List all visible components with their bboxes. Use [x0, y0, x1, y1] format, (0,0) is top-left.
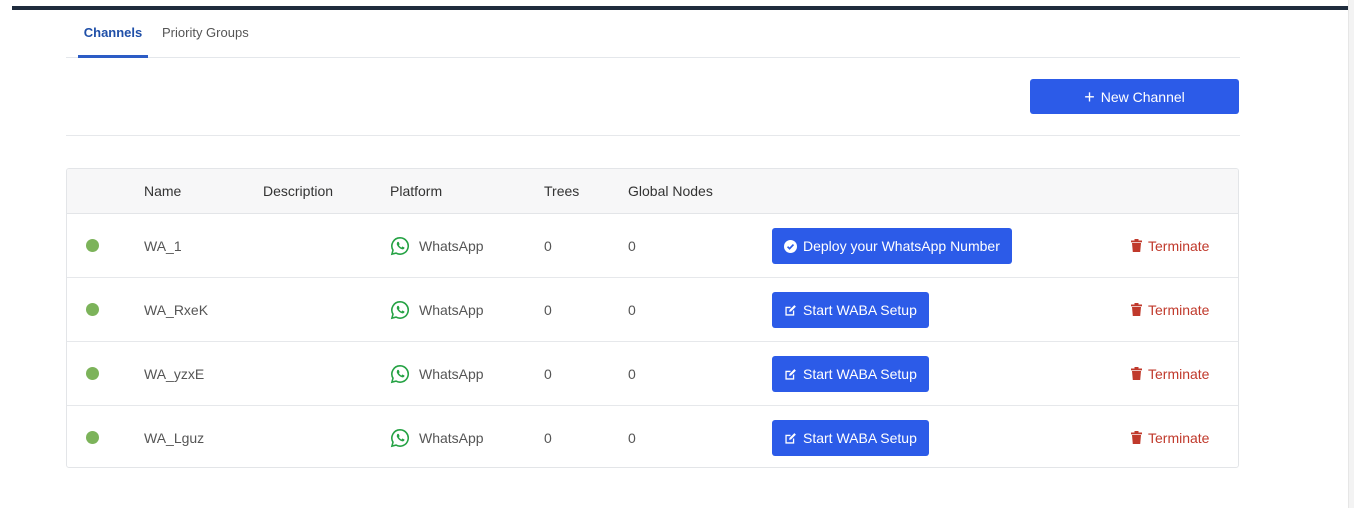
trees-count: 0	[544, 365, 552, 382]
terminate-button[interactable]: Terminate	[1131, 214, 1209, 277]
channel-platform: WhatsApp	[390, 278, 484, 341]
whatsapp-icon	[390, 236, 409, 255]
terminate-button[interactable]: Terminate	[1131, 406, 1210, 467]
platform-label: WhatsApp	[419, 365, 484, 382]
whatsapp-icon	[390, 300, 409, 319]
global-nodes-count: 0	[628, 237, 636, 254]
action-label: Deploy your WhatsApp Number	[803, 238, 1000, 254]
channel-platform: WhatsApp	[390, 214, 484, 277]
column-header-description[interactable]: Description	[263, 169, 333, 214]
trash-icon	[1131, 367, 1142, 380]
trees-count: 0	[544, 237, 552, 254]
row-action-button[interactable]: Start WABA Setup	[772, 292, 929, 328]
channel-name[interactable]: WA_yzxE	[144, 342, 204, 405]
tab-priority-groups[interactable]: Priority Groups	[162, 20, 254, 57]
channels-table: Name Description Platform Trees Global N…	[66, 168, 1239, 468]
table-header: Name Description Platform Trees Global N…	[67, 169, 1238, 214]
edit-icon	[784, 304, 797, 317]
column-header-platform[interactable]: Platform	[390, 169, 442, 214]
edit-icon	[784, 432, 797, 445]
terminate-button[interactable]: Terminate	[1131, 278, 1209, 341]
platform-label: WhatsApp	[419, 237, 484, 254]
tab-label: Priority Groups	[162, 25, 249, 40]
terminate-label: Terminate	[1148, 365, 1210, 382]
trash-icon	[1131, 303, 1142, 316]
status-indicator	[86, 303, 99, 316]
action-label: Start WABA Setup	[803, 430, 917, 446]
divider	[66, 135, 1240, 136]
table-row: WA_yzxE WhatsApp 0 0 Start WABA Setup Te…	[67, 342, 1238, 406]
trees-count: 0	[544, 301, 552, 318]
table-row: WA_RxeK WhatsApp 0 0 Start WABA Setup Te…	[67, 278, 1238, 342]
tab-channels[interactable]: Channels	[78, 20, 148, 58]
status-indicator	[86, 431, 99, 444]
action-label: Start WABA Setup	[803, 302, 917, 318]
trees-count: 0	[544, 429, 552, 446]
channel-name[interactable]: WA_Lguz	[144, 406, 204, 467]
tab-bar: Channels Priority Groups	[66, 20, 1240, 58]
trash-icon	[1131, 431, 1142, 444]
channels-page: Channels Priority Groups + New Channel N…	[0, 0, 1354, 508]
global-nodes-count: 0	[628, 429, 636, 446]
channel-name[interactable]: WA_1	[144, 214, 182, 277]
channel-platform: WhatsApp	[390, 342, 484, 405]
column-header-trees[interactable]: Trees	[544, 169, 579, 214]
global-nodes-count: 0	[628, 301, 636, 318]
status-indicator	[86, 239, 99, 252]
row-action-button[interactable]: Deploy your WhatsApp Number	[772, 228, 1012, 264]
terminate-label: Terminate	[1148, 429, 1210, 446]
status-indicator	[86, 367, 99, 380]
whatsapp-icon	[390, 364, 409, 383]
platform-label: WhatsApp	[419, 301, 484, 318]
terminate-label: Terminate	[1148, 301, 1210, 318]
table-row: WA_Lguz WhatsApp 0 0 Start WABA Setup Te…	[67, 406, 1238, 467]
tab-label: Channels	[83, 25, 143, 40]
new-channel-button[interactable]: + New Channel	[1030, 79, 1239, 114]
channel-platform: WhatsApp	[390, 406, 484, 467]
trash-icon	[1131, 239, 1142, 252]
global-nodes-count: 0	[628, 365, 636, 382]
new-channel-label: New Channel	[1100, 88, 1185, 105]
top-header-bar	[12, 6, 1348, 10]
table-row: WA_1 WhatsApp 0 0 Deploy your WhatsApp N…	[67, 214, 1238, 278]
scrollbar-track[interactable]	[1348, 0, 1354, 508]
column-header-name[interactable]: Name	[144, 169, 181, 214]
row-action-button[interactable]: Start WABA Setup	[772, 420, 929, 456]
terminate-button[interactable]: Terminate	[1131, 342, 1209, 405]
column-header-global-nodes[interactable]: Global Nodes	[628, 169, 713, 214]
action-label: Start WABA Setup	[803, 366, 917, 382]
row-action-button[interactable]: Start WABA Setup	[772, 356, 929, 392]
edit-icon	[784, 368, 797, 381]
terminate-label: Terminate	[1148, 237, 1210, 254]
active-tab-indicator	[78, 55, 148, 58]
check-circle-icon	[784, 239, 797, 253]
whatsapp-icon	[390, 428, 409, 447]
channel-name[interactable]: WA_RxeK	[144, 278, 208, 341]
plus-icon: +	[1084, 86, 1095, 107]
platform-label: WhatsApp	[419, 429, 484, 446]
